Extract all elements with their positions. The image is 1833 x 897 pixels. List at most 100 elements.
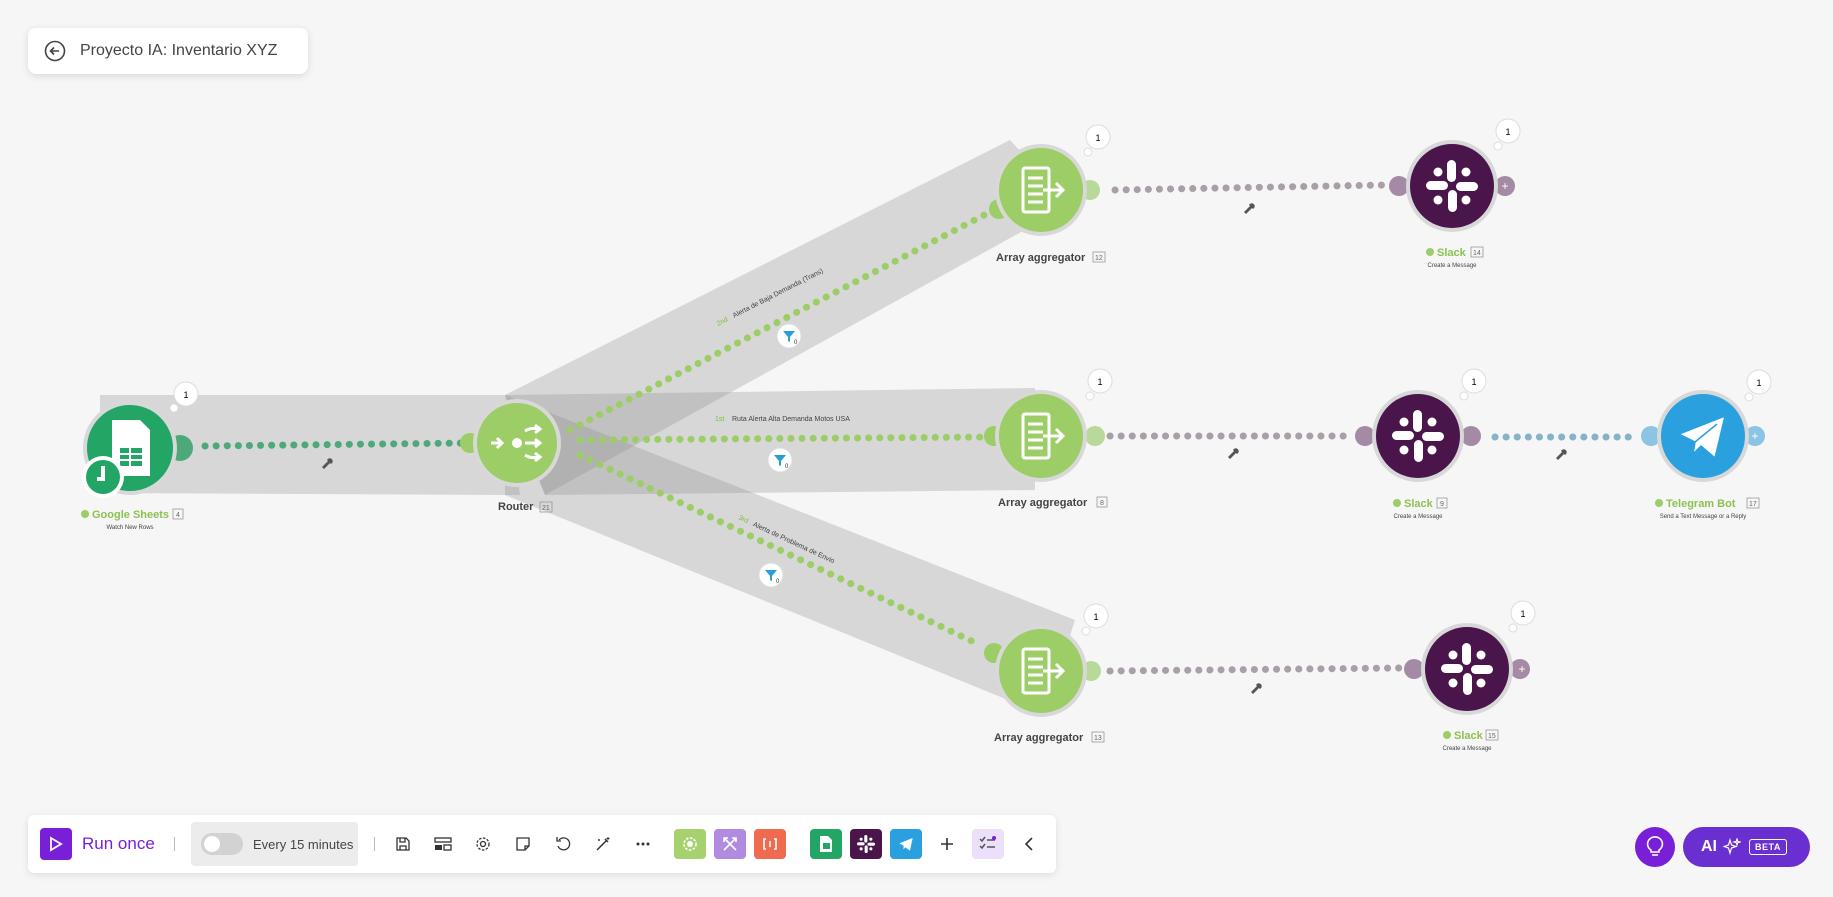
- svg-text:Slack: Slack: [1454, 730, 1484, 742]
- svg-text:Array aggregator: Array aggregator: [994, 732, 1084, 744]
- bottom-toolbar: Run once Every 15 minutes: [28, 815, 1056, 873]
- ops-bubble[interactable]: 1: [1493, 118, 1521, 151]
- svg-text:Create a Message: Create a Message: [1442, 746, 1492, 752]
- add-module-icon[interactable]: +: [1518, 662, 1525, 676]
- telegram-icon: [899, 838, 913, 851]
- filter-icon[interactable]: 0: [758, 562, 784, 588]
- module-slack-mid[interactable]: 1 Slack 9 Create a Message: [1355, 368, 1487, 520]
- svg-text:1: 1: [1093, 612, 1098, 622]
- svg-text:1: 1: [1471, 377, 1476, 387]
- lightbulb-icon: [1646, 836, 1664, 856]
- checklist-icon: [979, 836, 996, 850]
- scenario-canvas[interactable]: 2nd Alerta de Baja Demanda (Trans) 1st R…: [0, 0, 1833, 897]
- svg-text:14: 14: [1473, 250, 1481, 257]
- tools-button[interactable]: [674, 829, 706, 859]
- tools-icon: [683, 837, 697, 851]
- flow-control-icon: [723, 837, 737, 851]
- svg-text:1: 1: [1097, 377, 1102, 387]
- ops-bubble[interactable]: 1: [1744, 369, 1772, 402]
- scenario-title-card: Proyecto IA: Inventario XYZ: [28, 28, 308, 74]
- flow-control-button[interactable]: [714, 829, 746, 859]
- save-button[interactable]: [388, 829, 418, 859]
- svg-text:17: 17: [1749, 501, 1757, 508]
- beta-badge: BETA: [1749, 839, 1787, 855]
- wrench-icon[interactable]: [1244, 203, 1255, 214]
- run-once-button[interactable]: Run once: [40, 828, 155, 860]
- settings-button[interactable]: [468, 829, 498, 859]
- svg-text:Slack: Slack: [1437, 247, 1467, 259]
- module-slack-bot[interactable]: + 1 Slack 15 Create a Message: [1404, 600, 1536, 752]
- filter-icon[interactable]: 0: [776, 323, 802, 349]
- google-sheets-button[interactable]: [810, 829, 842, 859]
- ai-label: AI: [1701, 838, 1717, 855]
- auto-align-button[interactable]: [428, 829, 458, 859]
- route-bands: [100, 140, 1075, 715]
- add-module-icon[interactable]: +: [1751, 429, 1758, 443]
- magic-wand-icon: [596, 837, 610, 851]
- divider: [374, 837, 375, 851]
- slack-button[interactable]: [850, 829, 882, 859]
- ops-bubble[interactable]: 1: [1083, 124, 1111, 157]
- text-parser-icon: [763, 838, 777, 850]
- add-module-icon[interactable]: +: [1501, 179, 1508, 193]
- layout-icon: [434, 837, 452, 851]
- module-telegram-bot[interactable]: + 1 Telegram Bot 17 Send a Text Message …: [1641, 369, 1772, 520]
- svg-text:4: 4: [176, 512, 180, 519]
- more-icon: [636, 842, 650, 846]
- ops-bubble[interactable]: 1: [1081, 603, 1109, 636]
- notes-button[interactable]: [508, 829, 538, 859]
- svg-text:1: 1: [1095, 133, 1100, 143]
- clock-icon[interactable]: [82, 456, 124, 498]
- svg-text:Telegram Bot: Telegram Bot: [1666, 498, 1736, 510]
- scenario-title[interactable]: Proyecto IA: Inventario XYZ: [80, 42, 277, 60]
- svg-text:9: 9: [1440, 501, 1444, 508]
- wrench-icon[interactable]: [1556, 449, 1567, 460]
- svg-text:21: 21: [542, 505, 550, 512]
- svg-text:Ruta Alerta Alta Demanda Motos: Ruta Alerta Alta Demanda Motos USA: [732, 416, 850, 423]
- svg-text:1: 1: [1756, 378, 1761, 388]
- ops-bubble[interactable]: 1: [1508, 600, 1536, 633]
- collapse-toolbar-button[interactable]: [1014, 829, 1044, 859]
- telegram-button[interactable]: [890, 829, 922, 859]
- more-button[interactable]: [628, 829, 658, 859]
- ops-bubble[interactable]: 1: [1459, 368, 1487, 401]
- filter-icon[interactable]: 0: [767, 447, 793, 473]
- schedule-toggle[interactable]: [201, 833, 243, 855]
- schedule-label[interactable]: Every 15 minutes: [253, 837, 353, 852]
- svg-text:Array aggregator: Array aggregator: [998, 497, 1088, 509]
- svg-text:Watch New Rows: Watch New Rows: [106, 525, 153, 531]
- slack-icon: [857, 835, 875, 853]
- text-parser-button[interactable]: [754, 829, 786, 859]
- checklist-button[interactable]: [972, 829, 1004, 859]
- add-app-button[interactable]: [932, 829, 962, 859]
- svg-text:8: 8: [1100, 500, 1104, 507]
- divider: [174, 837, 175, 851]
- ops-bubble[interactable]: 1: [1085, 368, 1113, 401]
- save-icon: [396, 837, 410, 851]
- status-dot: [81, 510, 89, 518]
- svg-text:1: 1: [183, 390, 188, 400]
- run-once-label: Run once: [82, 834, 155, 853]
- google-sheets-icon: [820, 836, 832, 852]
- back-icon: [44, 40, 66, 62]
- plus-icon: [941, 838, 953, 850]
- svg-text:12: 12: [1095, 255, 1103, 262]
- schedule-control: Every 15 minutes: [191, 822, 358, 866]
- svg-text:Send a Text Message or a Reply: Send a Text Message or a Reply: [1660, 514, 1747, 520]
- back-button[interactable]: [42, 38, 68, 64]
- undo-icon: [556, 837, 571, 851]
- route-label-mid[interactable]: 1st Ruta Alerta Alta Demanda Motos USA: [715, 416, 850, 423]
- wrench-icon[interactable]: [1228, 448, 1239, 459]
- module-google-sheets[interactable]: 1 Google Sheets 4 Watch New Rows: [81, 381, 199, 531]
- status-dot: [1443, 731, 1451, 739]
- status-dot: [1393, 499, 1401, 507]
- svg-text:Router: Router: [498, 501, 534, 513]
- magic-wand-button[interactable]: [588, 829, 618, 859]
- svg-text:Create a Message: Create a Message: [1427, 263, 1477, 269]
- module-slack-top[interactable]: + 1 Slack 14 Create a Message: [1389, 118, 1521, 269]
- chevron-left-icon: [1024, 837, 1033, 851]
- ai-assistant-button[interactable]: AI BETA: [1683, 827, 1810, 867]
- tips-button[interactable]: [1635, 827, 1675, 867]
- undo-button[interactable]: [548, 829, 578, 859]
- wrench-icon[interactable]: [1251, 683, 1262, 694]
